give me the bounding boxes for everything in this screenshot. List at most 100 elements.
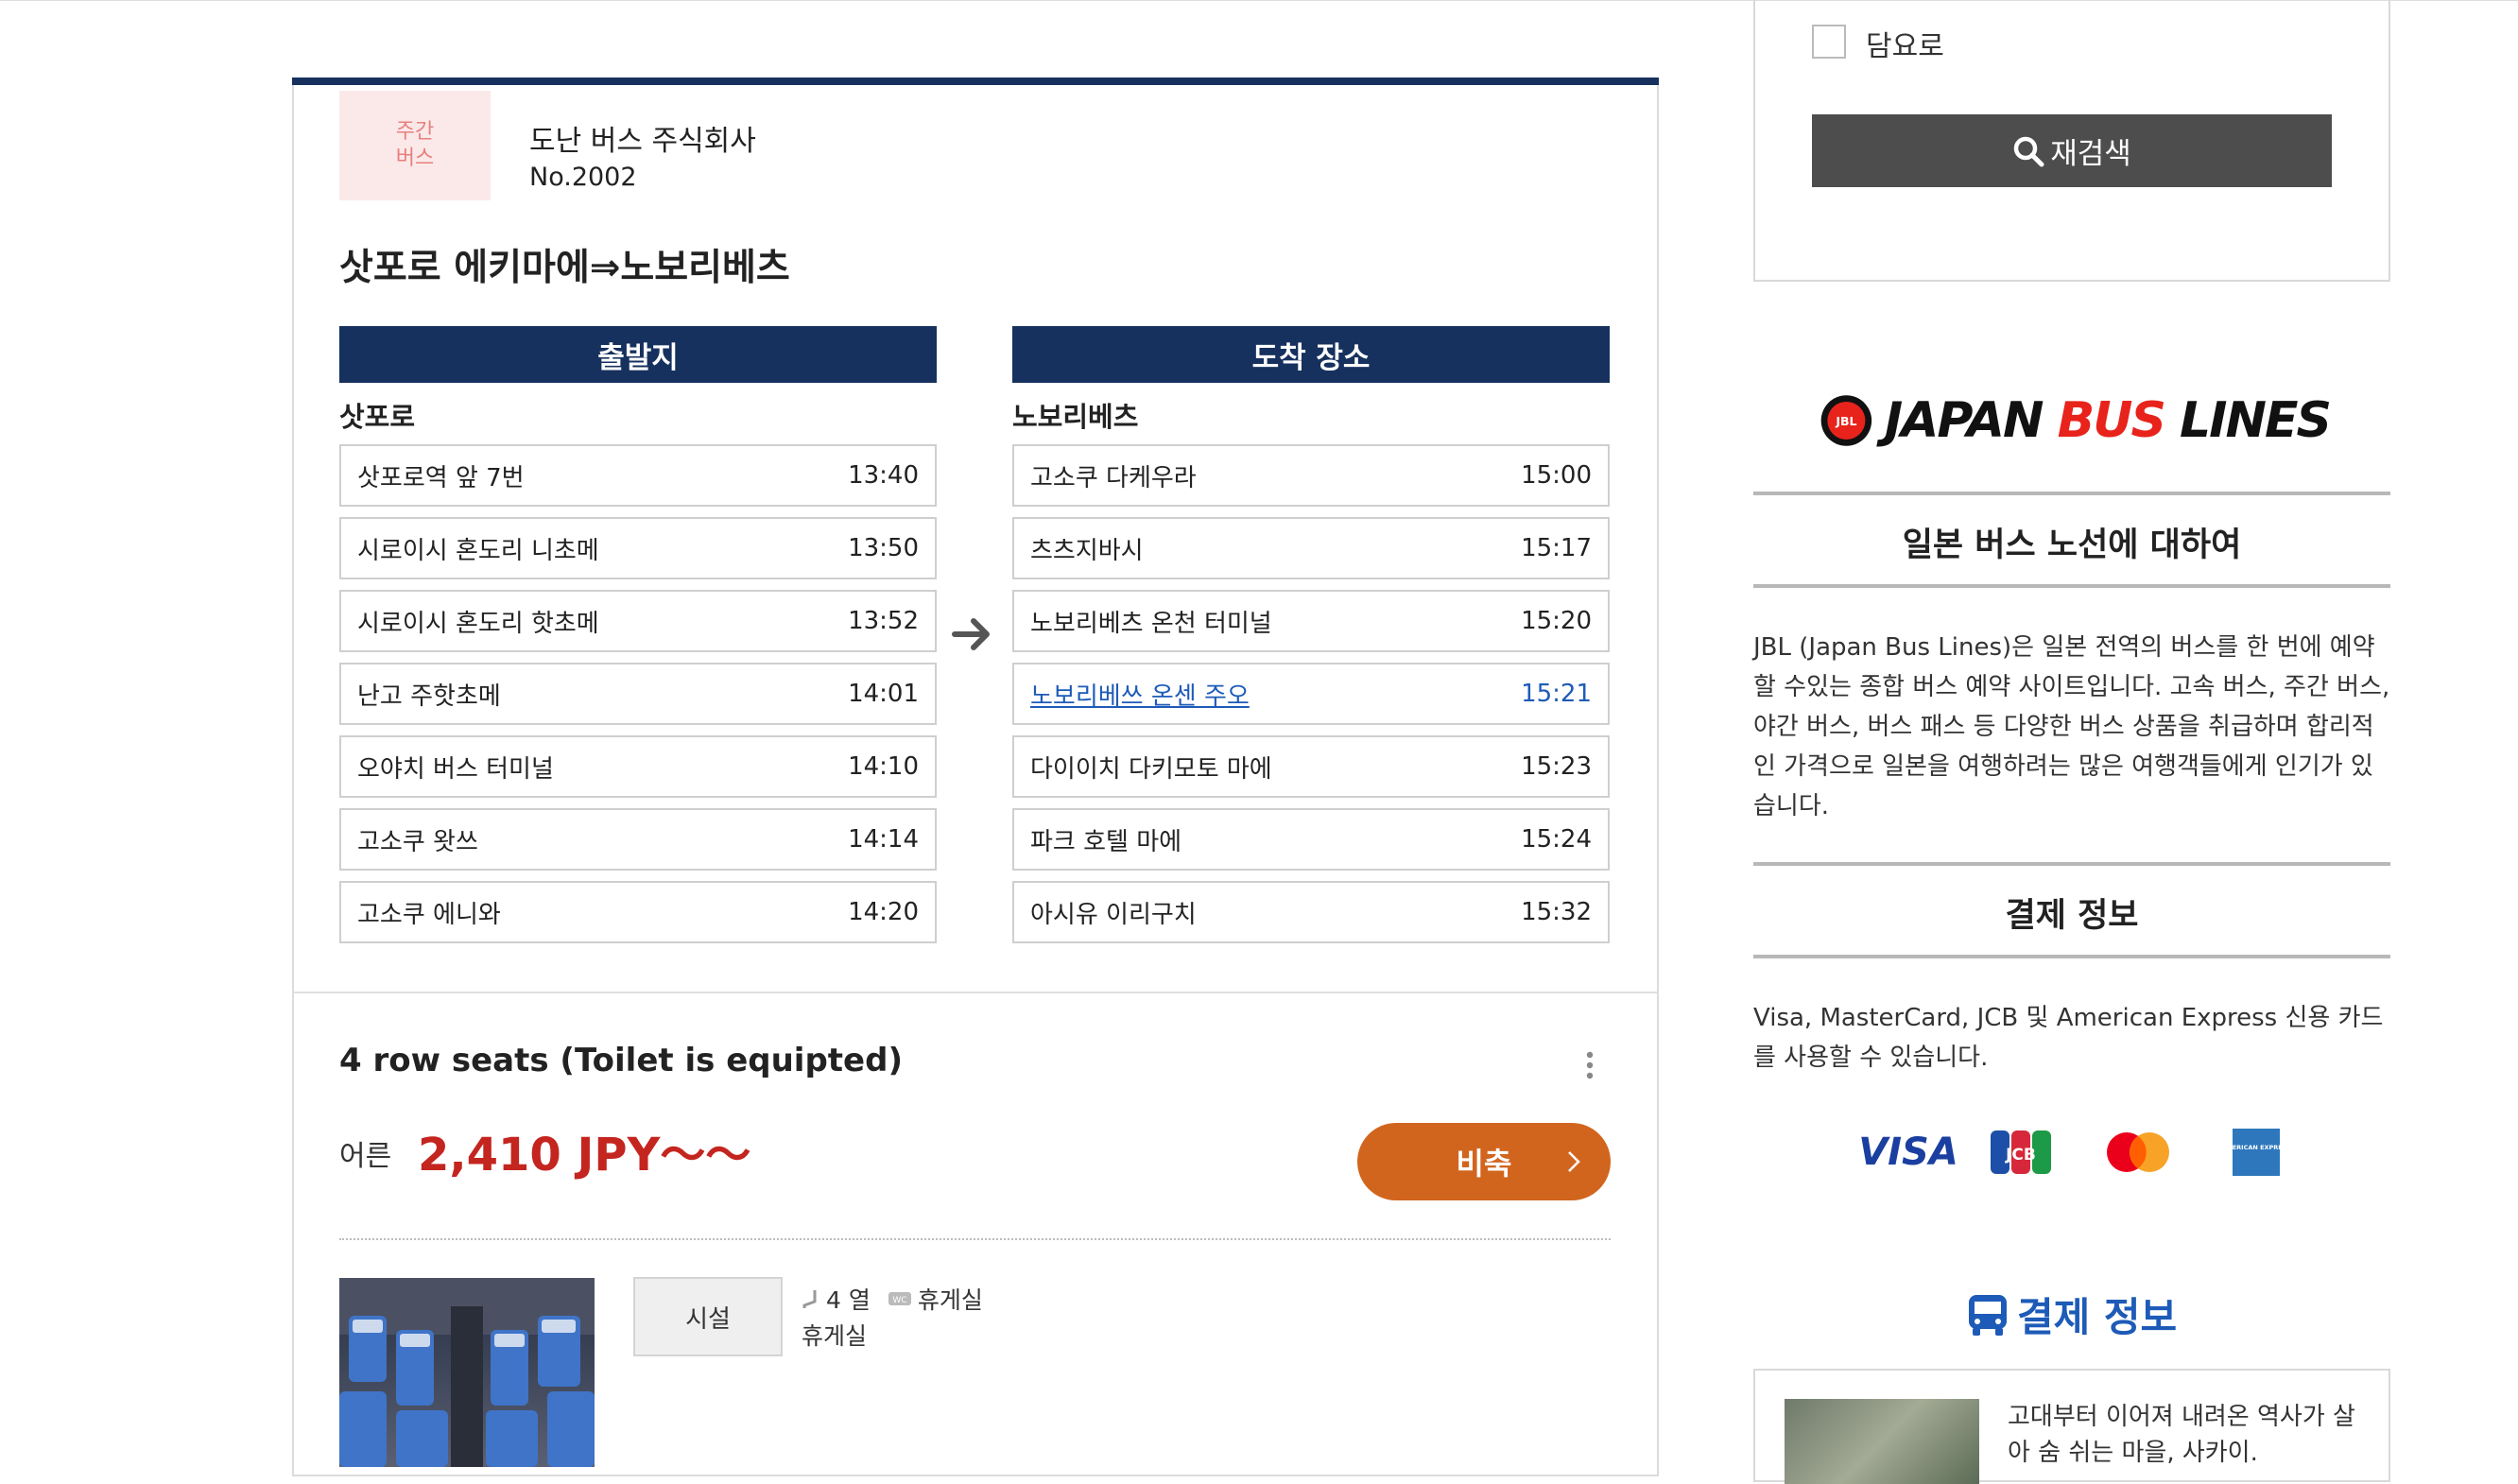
stop-time: 14:01 [848, 680, 919, 708]
stop-name: 시로이시 혼도리 핫초메 [357, 609, 599, 638]
logo-badge-text: JBL [1835, 414, 1856, 428]
stop-name: 노보리베츠 온천 터미널 [1030, 609, 1272, 638]
route-title: 삿포로 에키마에⇒노보리베츠 [339, 247, 790, 289]
card-logos: VISA JCB AMERICAN EXPRESS [1853, 1125, 2297, 1182]
divider [1753, 584, 2390, 588]
stop-name: 고소쿠 에니와 [357, 900, 501, 929]
departure-stop[interactable]: 난고 주핫초메 14:01 [339, 663, 937, 725]
search-icon [2013, 136, 2044, 166]
bus-type-badge: 주간 버스 [339, 91, 491, 200]
jcb-icon: JCB [1991, 1130, 2051, 1174]
promo-text: 고대부터 이어져 내려온 역사가 살아 숨 쉬는 마을, 사카이. [2008, 1403, 2355, 1467]
bus-icon [1969, 1294, 2007, 1336]
arrival-stop[interactable]: 다이이치 다키모토 마에 15:23 [1012, 735, 1610, 798]
badge-line1: 주간 [395, 120, 435, 144]
logo-text-japan: JAPAN [1884, 392, 2058, 449]
promo-image [1785, 1399, 1979, 1484]
stop-time: 15:23 [1521, 752, 1592, 781]
about-text: JBL (Japan Bus Lines)은 일본 전역의 버스를 한 번에 예… [1753, 633, 2390, 820]
book-button[interactable]: 비축 [1357, 1123, 1611, 1200]
section2-title: 결제 정보 [2017, 1294, 2178, 1340]
arrival-stop-link[interactable]: 노보리베쓰 온센 주오 15:21 [1012, 663, 1610, 725]
stop-time: 14:20 [848, 898, 919, 926]
dotted-divider [339, 1238, 1611, 1240]
adult-label: 어른 [339, 1140, 392, 1173]
jbl-badge-icon: JBL [1820, 395, 1872, 446]
jbl-logo: JBL JAPAN BUS LINES [1820, 388, 2332, 454]
amex-icon: AMERICAN EXPRESS [2231, 1129, 2282, 1176]
toilet-icon: WC [888, 1292, 911, 1305]
payment-title: 결제 정보 [2005, 897, 2139, 935]
arrow-right-icon [952, 618, 990, 650]
stop-name: 츠츠지바시 [1030, 536, 1144, 565]
stop-name: 고소쿠 다케우라 [1030, 463, 1197, 492]
facility-rows: 4 열 [826, 1286, 871, 1314]
logo-text-lines: LINES [2164, 392, 2332, 449]
stop-time: 13:52 [848, 607, 919, 635]
stop-name: 고소쿠 왓쓰 [357, 827, 478, 856]
jcb-text: JCB [2005, 1146, 2036, 1165]
stop-time: 15:20 [1521, 607, 1592, 635]
arrival-header: 도착 장소 [1012, 326, 1610, 383]
departure-header: 출발지 [339, 326, 937, 383]
seat-type-title: 4 row seats (Toilet is equipted) [339, 1042, 903, 1079]
departure-stop[interactable]: 고소쿠 에니와 14:20 [339, 881, 937, 943]
stop-name: 파크 호텔 마에 [1030, 827, 1182, 856]
research-button[interactable]: 재검색 [1812, 114, 2332, 187]
departure-stop[interactable]: 시로이시 혼도리 핫초메 13:52 [339, 590, 937, 652]
blanket-checkbox[interactable] [1812, 25, 1846, 59]
facility-button[interactable]: 시설 [633, 1277, 783, 1356]
facility-summary: 4 열 WC 휴게실 [802, 1282, 983, 1316]
stop-time: 13:40 [848, 461, 919, 490]
facility-toilet: 휴게실 [917, 1286, 983, 1314]
facility-detail: 휴게실 [802, 1322, 868, 1350]
stop-time: 15:17 [1521, 534, 1592, 562]
stop-name-link[interactable]: 노보리베쓰 온센 주오 [1030, 677, 1250, 712]
stop-name: 난고 주핫초메 [357, 682, 501, 711]
arrival-stop[interactable]: 고소쿠 다케우라 15:00 [1012, 444, 1610, 507]
stop-name: 아시유 이리구치 [1030, 900, 1197, 929]
visa-text: VISA [1858, 1130, 1958, 1174]
departure-city: 삿포로 [339, 401, 416, 433]
facility-button-label: 시설 [685, 1304, 731, 1334]
arrival-stop[interactable]: 파크 호텔 마에 15:24 [1012, 808, 1610, 871]
stop-name: 시로이시 혼도리 니초메 [357, 536, 599, 565]
blanket-checkbox-label: 담요로 [1866, 30, 1944, 63]
book-label: 비축 [1456, 1147, 1512, 1181]
arrival-stop[interactable]: 츠츠지바시 15:17 [1012, 517, 1610, 579]
company-name: 도난 버스 주식회사 [529, 125, 756, 158]
amex-text: AMERICAN EXPRESS [2231, 1144, 2282, 1151]
stop-time: 15:00 [1521, 461, 1592, 490]
stop-time: 13:50 [848, 534, 919, 562]
stop-time: 15:24 [1521, 825, 1592, 854]
divider [1753, 492, 2390, 495]
about-title: 일본 버스 노선에 대하여 [1902, 526, 2242, 564]
stop-time: 14:14 [848, 825, 919, 854]
stop-time: 14:10 [848, 752, 919, 781]
seat-illustration [339, 1278, 595, 1467]
stop-time: 15:32 [1521, 898, 1592, 926]
arrival-city: 노보리베츠 [1012, 401, 1139, 433]
stop-name: 오야치 버스 터미널 [357, 754, 554, 784]
arrival-stop[interactable]: 아시유 이리구치 15:32 [1012, 881, 1610, 943]
seat-icon [802, 1290, 817, 1308]
departure-stop[interactable]: 시로이시 혼도리 니초메 13:50 [339, 517, 937, 579]
arrival-stop[interactable]: 노보리베츠 온천 터미널 15:20 [1012, 590, 1610, 652]
svg-text:WC: WC [892, 1296, 906, 1305]
section-divider [294, 992, 1657, 993]
divider [1753, 955, 2390, 958]
bus-number: No.2002 [529, 163, 637, 192]
card-top-bar [292, 78, 1659, 85]
divider [1753, 862, 2390, 866]
payment-text: Visa, MasterCard, JCB 및 American Express… [1753, 1004, 2384, 1072]
bus-interior-photo [339, 1278, 595, 1467]
kebab-icon[interactable] [1586, 1051, 1594, 1079]
section2-heading: 결제 정보 [1966, 1286, 2177, 1343]
departure-stop[interactable]: 고소쿠 왓쓰 14:14 [339, 808, 937, 871]
stop-time: 15:21 [1521, 680, 1592, 708]
chevron-right-icon [1568, 1151, 1580, 1172]
stop-name: 삿포로역 앞 7번 [357, 463, 525, 492]
price: 2,410 JPY～～ [418, 1129, 751, 1182]
departure-stop[interactable]: 삿포로역 앞 7번 13:40 [339, 444, 937, 507]
departure-stop[interactable]: 오야치 버스 터미널 14:10 [339, 735, 937, 798]
